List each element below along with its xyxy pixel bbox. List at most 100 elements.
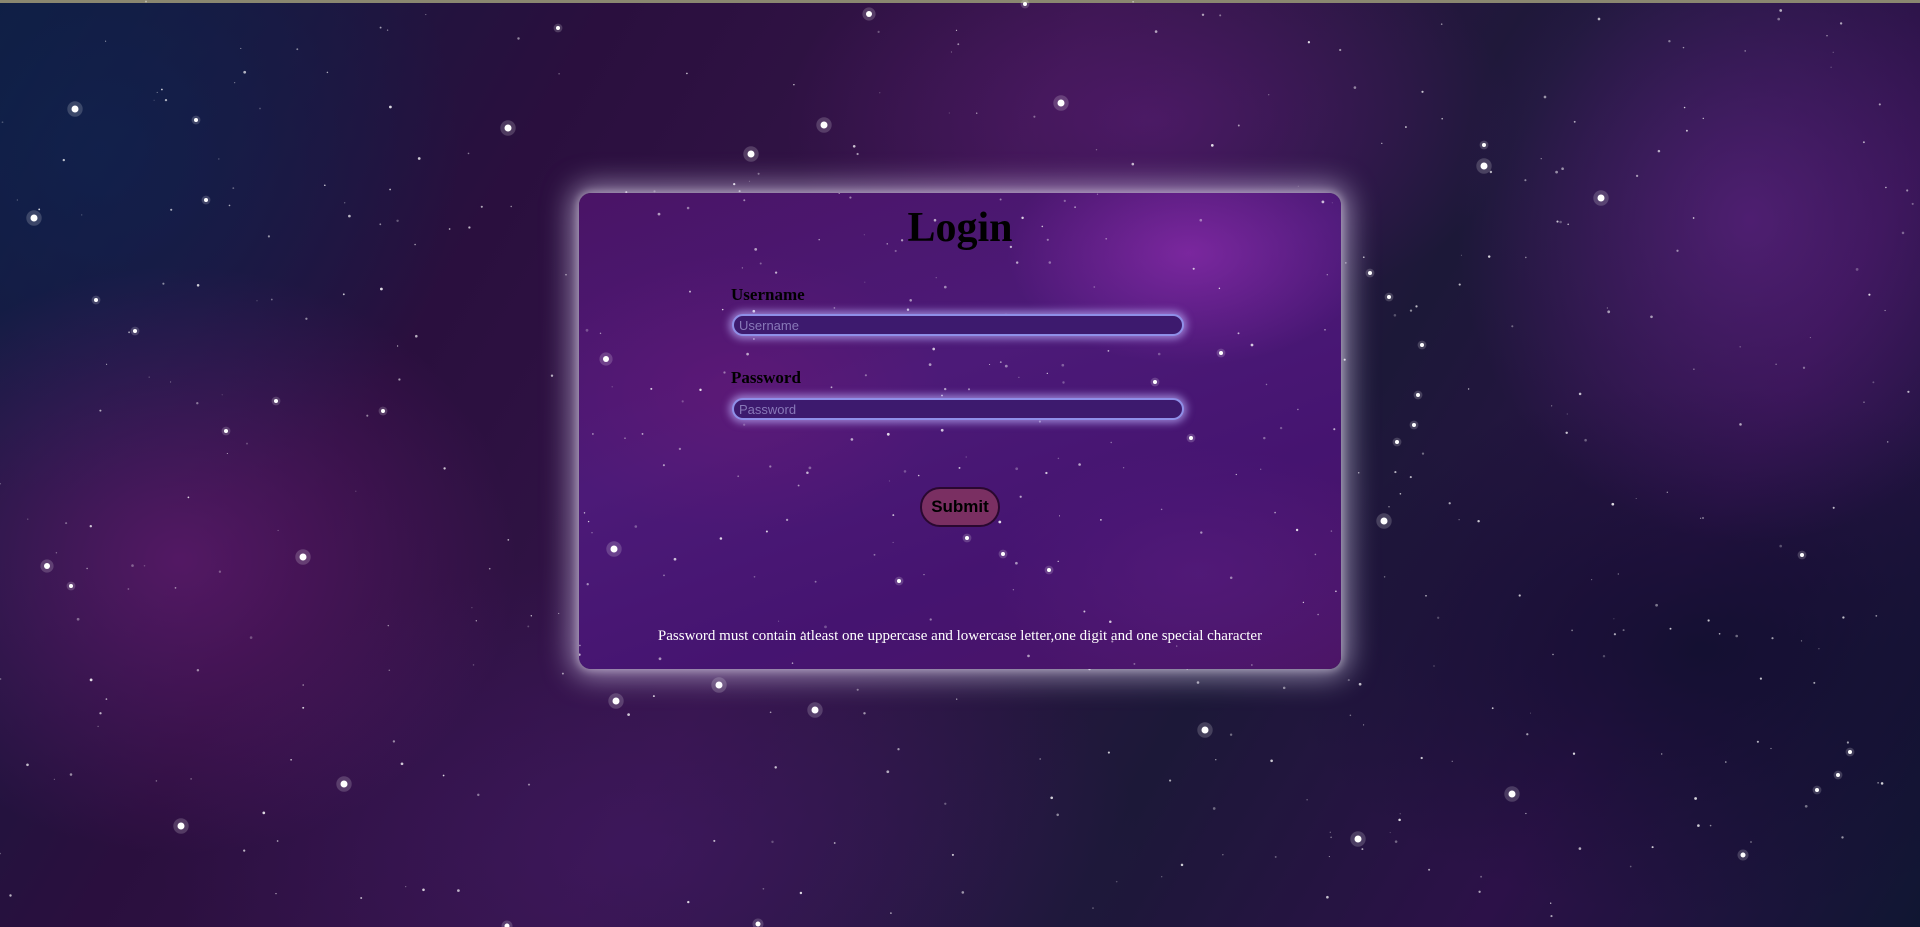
star [153, 99, 155, 101]
star [1109, 620, 1112, 624]
star [1597, 17, 1601, 21]
star [1093, 286, 1096, 288]
star [1317, 613, 1319, 616]
bright-star [71, 105, 79, 113]
bright-star [811, 706, 819, 714]
bright-star [1412, 423, 1416, 427]
star [65, 522, 68, 525]
star [957, 43, 960, 46]
star [0, 678, 2, 680]
star [190, 778, 192, 780]
star [389, 188, 391, 191]
star [1635, 498, 1637, 499]
bright-star [44, 563, 50, 569]
star [467, 152, 470, 155]
star [342, 293, 345, 296]
star [1420, 756, 1423, 760]
star [1725, 761, 1727, 763]
star [1629, 865, 1632, 868]
star [1362, 256, 1365, 259]
star [771, 840, 774, 844]
star [1561, 167, 1564, 171]
star [414, 243, 416, 246]
star [468, 226, 471, 229]
password-input[interactable] [732, 398, 1184, 420]
star [799, 891, 803, 895]
star [1394, 840, 1398, 843]
star [830, 386, 833, 389]
star [388, 669, 391, 671]
star [892, 541, 894, 543]
star [1210, 144, 1214, 147]
password-label: Password [731, 368, 801, 387]
star [389, 105, 392, 109]
star [1572, 752, 1576, 755]
star [1622, 629, 1625, 632]
star [1279, 426, 1283, 430]
star [713, 839, 716, 842]
bright-star [299, 553, 307, 561]
star [1389, 832, 1391, 834]
star [1260, 468, 1262, 470]
star [1556, 220, 1559, 223]
star [218, 158, 220, 160]
bright-star [1482, 143, 1486, 147]
star [950, 51, 952, 53]
star [1251, 664, 1253, 666]
star [27, 518, 29, 520]
star [627, 713, 630, 716]
star [886, 432, 890, 436]
star [1425, 594, 1427, 597]
star [156, 91, 158, 93]
star [1552, 653, 1554, 656]
star [863, 712, 866, 715]
star [240, 47, 242, 49]
star [864, 281, 866, 283]
star [1404, 126, 1407, 128]
bright-star [1380, 517, 1388, 525]
star [1057, 560, 1059, 563]
star [443, 467, 446, 470]
star [480, 205, 483, 208]
bright-star [715, 681, 723, 689]
star [1161, 876, 1163, 878]
bright-star [204, 198, 208, 202]
star [1613, 633, 1617, 636]
star [1218, 287, 1221, 290]
bright-star [1800, 553, 1804, 557]
star [1015, 467, 1019, 471]
star [897, 748, 900, 751]
star [1302, 601, 1305, 604]
star [1584, 438, 1587, 442]
star [752, 309, 756, 313]
star [1335, 590, 1337, 593]
star [1591, 579, 1593, 581]
star [652, 695, 655, 698]
star [324, 184, 326, 186]
bright-star [866, 11, 872, 17]
star [686, 72, 688, 75]
bright-star [1836, 773, 1840, 777]
submit-button[interactable]: Submit [920, 487, 1000, 527]
username-input[interactable] [732, 314, 1184, 336]
star [909, 299, 912, 302]
star [232, 187, 235, 189]
star [1804, 804, 1808, 808]
star [888, 480, 890, 482]
star [856, 688, 859, 691]
star [1019, 495, 1022, 498]
bright-star [1001, 552, 1005, 556]
star [663, 574, 665, 577]
star [1015, 561, 1018, 565]
star [527, 783, 531, 786]
star [1550, 915, 1553, 918]
star [1050, 796, 1054, 800]
bright-star [603, 356, 609, 362]
star [1347, 679, 1350, 682]
star [1666, 491, 1668, 493]
star [1661, 753, 1663, 755]
star [86, 567, 88, 570]
star [928, 363, 932, 366]
star [234, 82, 236, 84]
star [1326, 274, 1328, 276]
